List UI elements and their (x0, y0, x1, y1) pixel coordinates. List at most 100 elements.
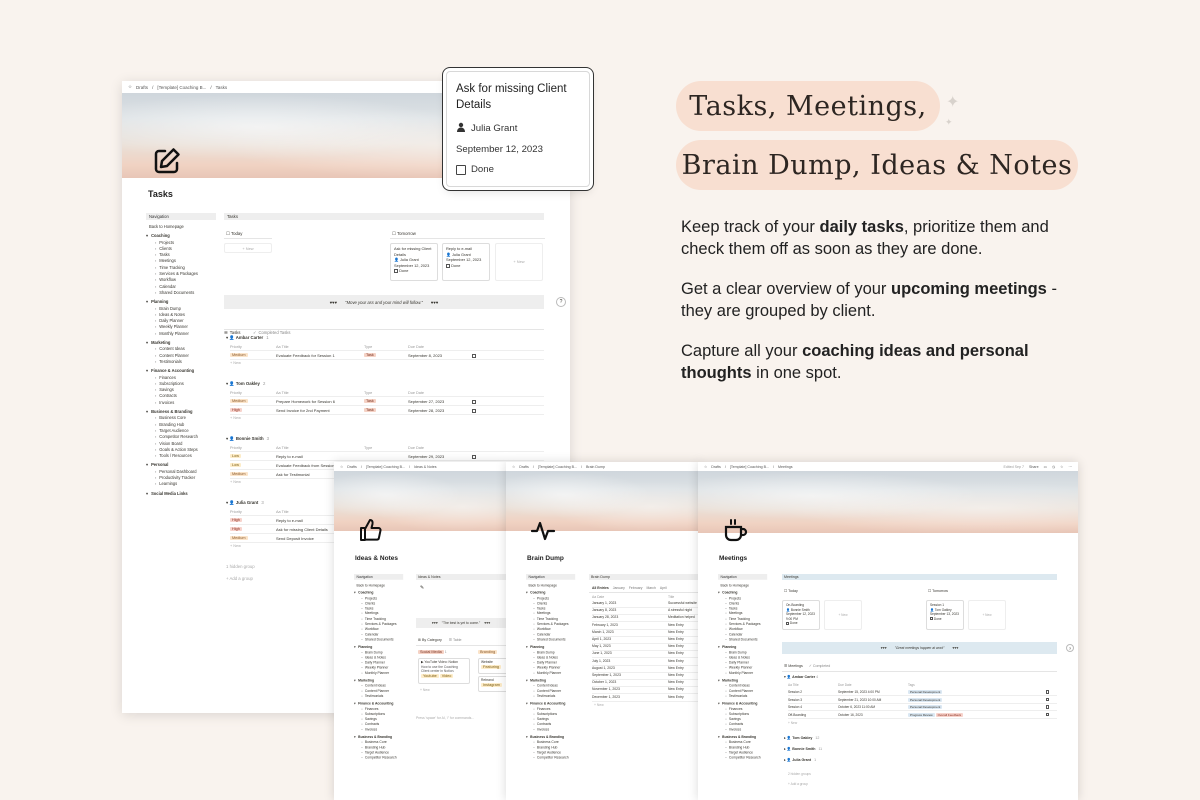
comment-icon[interactable]: ▭ (1044, 465, 1047, 469)
date-cell[interactable]: January 28, 2023 (592, 615, 668, 621)
nav-item-sub[interactable]: Invoices (354, 727, 403, 732)
checkbox-box[interactable] (1045, 705, 1049, 709)
date-cell[interactable]: September 1, 2023 (592, 673, 668, 679)
breadcrumb-template[interactable]: [Template] Coaching B... (157, 85, 206, 90)
nav-item-sub[interactable]: Shared Documents (718, 637, 767, 642)
meeting-card[interactable]: On-Boarding 👤 Bonnie Smith September 12,… (782, 600, 820, 630)
group-header[interactable]: ▸ 👤 Tom Oakley 12 (784, 736, 819, 740)
breadcrumb-current[interactable]: Meetings (778, 465, 793, 469)
nav-item-sub[interactable]: Competitor Research (354, 755, 403, 760)
done-checkbox[interactable] (472, 408, 476, 413)
favorite-icon[interactable]: ☆ (1060, 465, 1063, 469)
nav-item-sub[interactable]: Monthly Planner (146, 331, 216, 337)
today-label[interactable]: ☐ Today (226, 231, 242, 237)
breadcrumb-current[interactable]: Brain Dump (586, 465, 605, 469)
nav-item-sub[interactable]: Invoices (146, 400, 216, 406)
date-cell[interactable]: August 1, 2023 (592, 666, 668, 672)
date-cell[interactable]: January 1, 2023 (592, 601, 668, 607)
breadcrumb-template[interactable]: [Template] Coaching B... (366, 465, 405, 469)
hidden-groups[interactable]: 2 hidden groups (788, 772, 811, 776)
nav-item-sub[interactable]: Shared Documents (146, 290, 216, 296)
checkbox-box[interactable] (472, 454, 476, 459)
table-row[interactable]: High Send Invoice for 2nd Payment Task Sept… (230, 407, 544, 415)
editor-hint[interactable]: Press 'space' for AI, '/' for commands..… (416, 716, 474, 720)
title-cell[interactable]: New Entry (668, 623, 684, 629)
card-done[interactable]: Done (930, 617, 960, 622)
nav-item-sub[interactable]: Testimonials (718, 694, 767, 699)
nav-item-sub[interactable]: Learnings (146, 481, 216, 487)
date-cell[interactable]: January 8, 2023 (592, 608, 668, 614)
table-row[interactable]: June 1, 2023 New Entry (592, 651, 700, 659)
meeting-card[interactable]: Session 1 👤 Tom Oakley September 13, 202… (926, 600, 964, 630)
group-header[interactable]: ▸ 👤 Bonnie Smith 11 (784, 747, 822, 751)
nav-item-sub[interactable]: Tools / Resources (146, 453, 216, 459)
nav-item-back[interactable]: Back to Homepage (526, 583, 575, 588)
table-row[interactable]: July 1, 2023 New Entry (592, 659, 700, 666)
group-header[interactable]: ▾ 👤 Ambar Carter 4 (784, 675, 818, 679)
table-row[interactable]: Session 4 October 6, 2023 11:00 AM Persona… (788, 704, 1057, 711)
tab-4[interactable]: April (660, 586, 667, 590)
title-cell[interactable]: New Entry (668, 651, 684, 657)
nav-item-sub[interactable]: Shared Documents (354, 637, 403, 642)
pulse-icon[interactable] (530, 518, 556, 549)
tab-meetings[interactable]: ☰ Meetings (784, 664, 803, 668)
nav-item-sub[interactable]: Testimonials (146, 359, 216, 365)
idea-card[interactable]: Rebrand Instagram (478, 676, 506, 692)
table-row[interactable]: Medium Evaluate Feedback for Session 1 Tas… (230, 352, 544, 360)
checkbox-box[interactable] (472, 353, 476, 358)
tab-1[interactable]: January (613, 586, 625, 590)
table-row[interactable]: November 1, 2023 New Entry (592, 687, 700, 695)
nav-item-back[interactable]: Back to Homepage (146, 224, 216, 230)
checkbox-box[interactable] (1045, 712, 1049, 717)
column-header[interactable]: Type (364, 391, 408, 395)
column-header[interactable]: Aa Title (276, 391, 364, 395)
new-row-button[interactable]: + New (788, 721, 797, 725)
breadcrumb-current[interactable]: Ideas & Notes (414, 465, 437, 469)
tab-2[interactable]: February (629, 586, 643, 590)
date-cell[interactable]: December 1, 2023 (592, 695, 668, 701)
thumbs-up-icon[interactable] (358, 517, 384, 548)
breadcrumb-drafts[interactable]: Drafts (136, 85, 148, 90)
table-row[interactable]: Medium Prepare Homework for Session 6 Task… (230, 398, 544, 406)
star-icon[interactable]: ☆ (512, 465, 515, 469)
date-cell[interactable]: February 1, 2023 (592, 623, 668, 629)
card-done[interactable]: Done (394, 268, 434, 274)
group-header[interactable]: ▾ 👤 Julia Grant 3 (226, 500, 264, 506)
table-row[interactable]: December 1, 2023 New Entry (592, 695, 700, 702)
tomorrow-new-card[interactable]: + New (968, 600, 1006, 630)
nav-item-sub[interactable]: Competitor Research (526, 755, 575, 760)
new-row-button[interactable]: + New (594, 703, 604, 707)
tab-3[interactable]: March (646, 586, 655, 590)
nav-item-sub[interactable]: Testimonials (526, 694, 575, 699)
done-checkbox[interactable] (1045, 712, 1049, 717)
done-checkbox[interactable] (456, 164, 466, 175)
column-header[interactable]: Due Date (408, 345, 472, 349)
new-idea-button[interactable]: + New (420, 688, 430, 692)
table-row[interactable]: August 1, 2023 New Entry (592, 666, 700, 673)
column-header[interactable]: Priority (230, 345, 276, 349)
tomorrow-label[interactable]: ☐ Tomorrow (392, 231, 416, 237)
tomorrow-new-card[interactable]: + New (495, 243, 543, 281)
title-cell[interactable]: New Entry (668, 687, 684, 693)
title-cell[interactable]: Reply to e-mail (276, 454, 364, 459)
nav-item-sub[interactable]: Competitor Research (718, 755, 767, 760)
share-button[interactable]: Share (1029, 465, 1039, 469)
title-cell[interactable]: New Entry (668, 630, 684, 636)
star-icon[interactable]: ☆ (704, 465, 707, 469)
date-cell[interactable]: June 1, 2023 (592, 651, 668, 657)
help-button[interactable]: ? (556, 297, 566, 307)
title-cell[interactable]: Session 4 (788, 705, 838, 709)
title-cell[interactable]: New Entry (668, 695, 684, 701)
table-row[interactable]: Low Reply to e-mail September 29, 2023 (230, 453, 544, 461)
date-cell[interactable]: November 1, 2023 (592, 687, 668, 693)
table-row[interactable]: January 8, 2023 A stressful night (592, 608, 700, 616)
new-row-button[interactable]: + New (230, 544, 241, 548)
breadcrumb-drafts[interactable]: Drafts (347, 465, 357, 469)
date-cell[interactable]: March 1, 2023 (592, 630, 668, 636)
table-row[interactable]: January 28, 2023 Meditation helped (592, 615, 700, 623)
column-header[interactable]: Aa Title (276, 345, 364, 349)
card-done[interactable]: Done (456, 164, 580, 175)
checkbox-box[interactable] (472, 399, 476, 404)
more-icon[interactable]: ⋯ (1068, 465, 1072, 469)
done-checkbox[interactable] (472, 353, 476, 358)
